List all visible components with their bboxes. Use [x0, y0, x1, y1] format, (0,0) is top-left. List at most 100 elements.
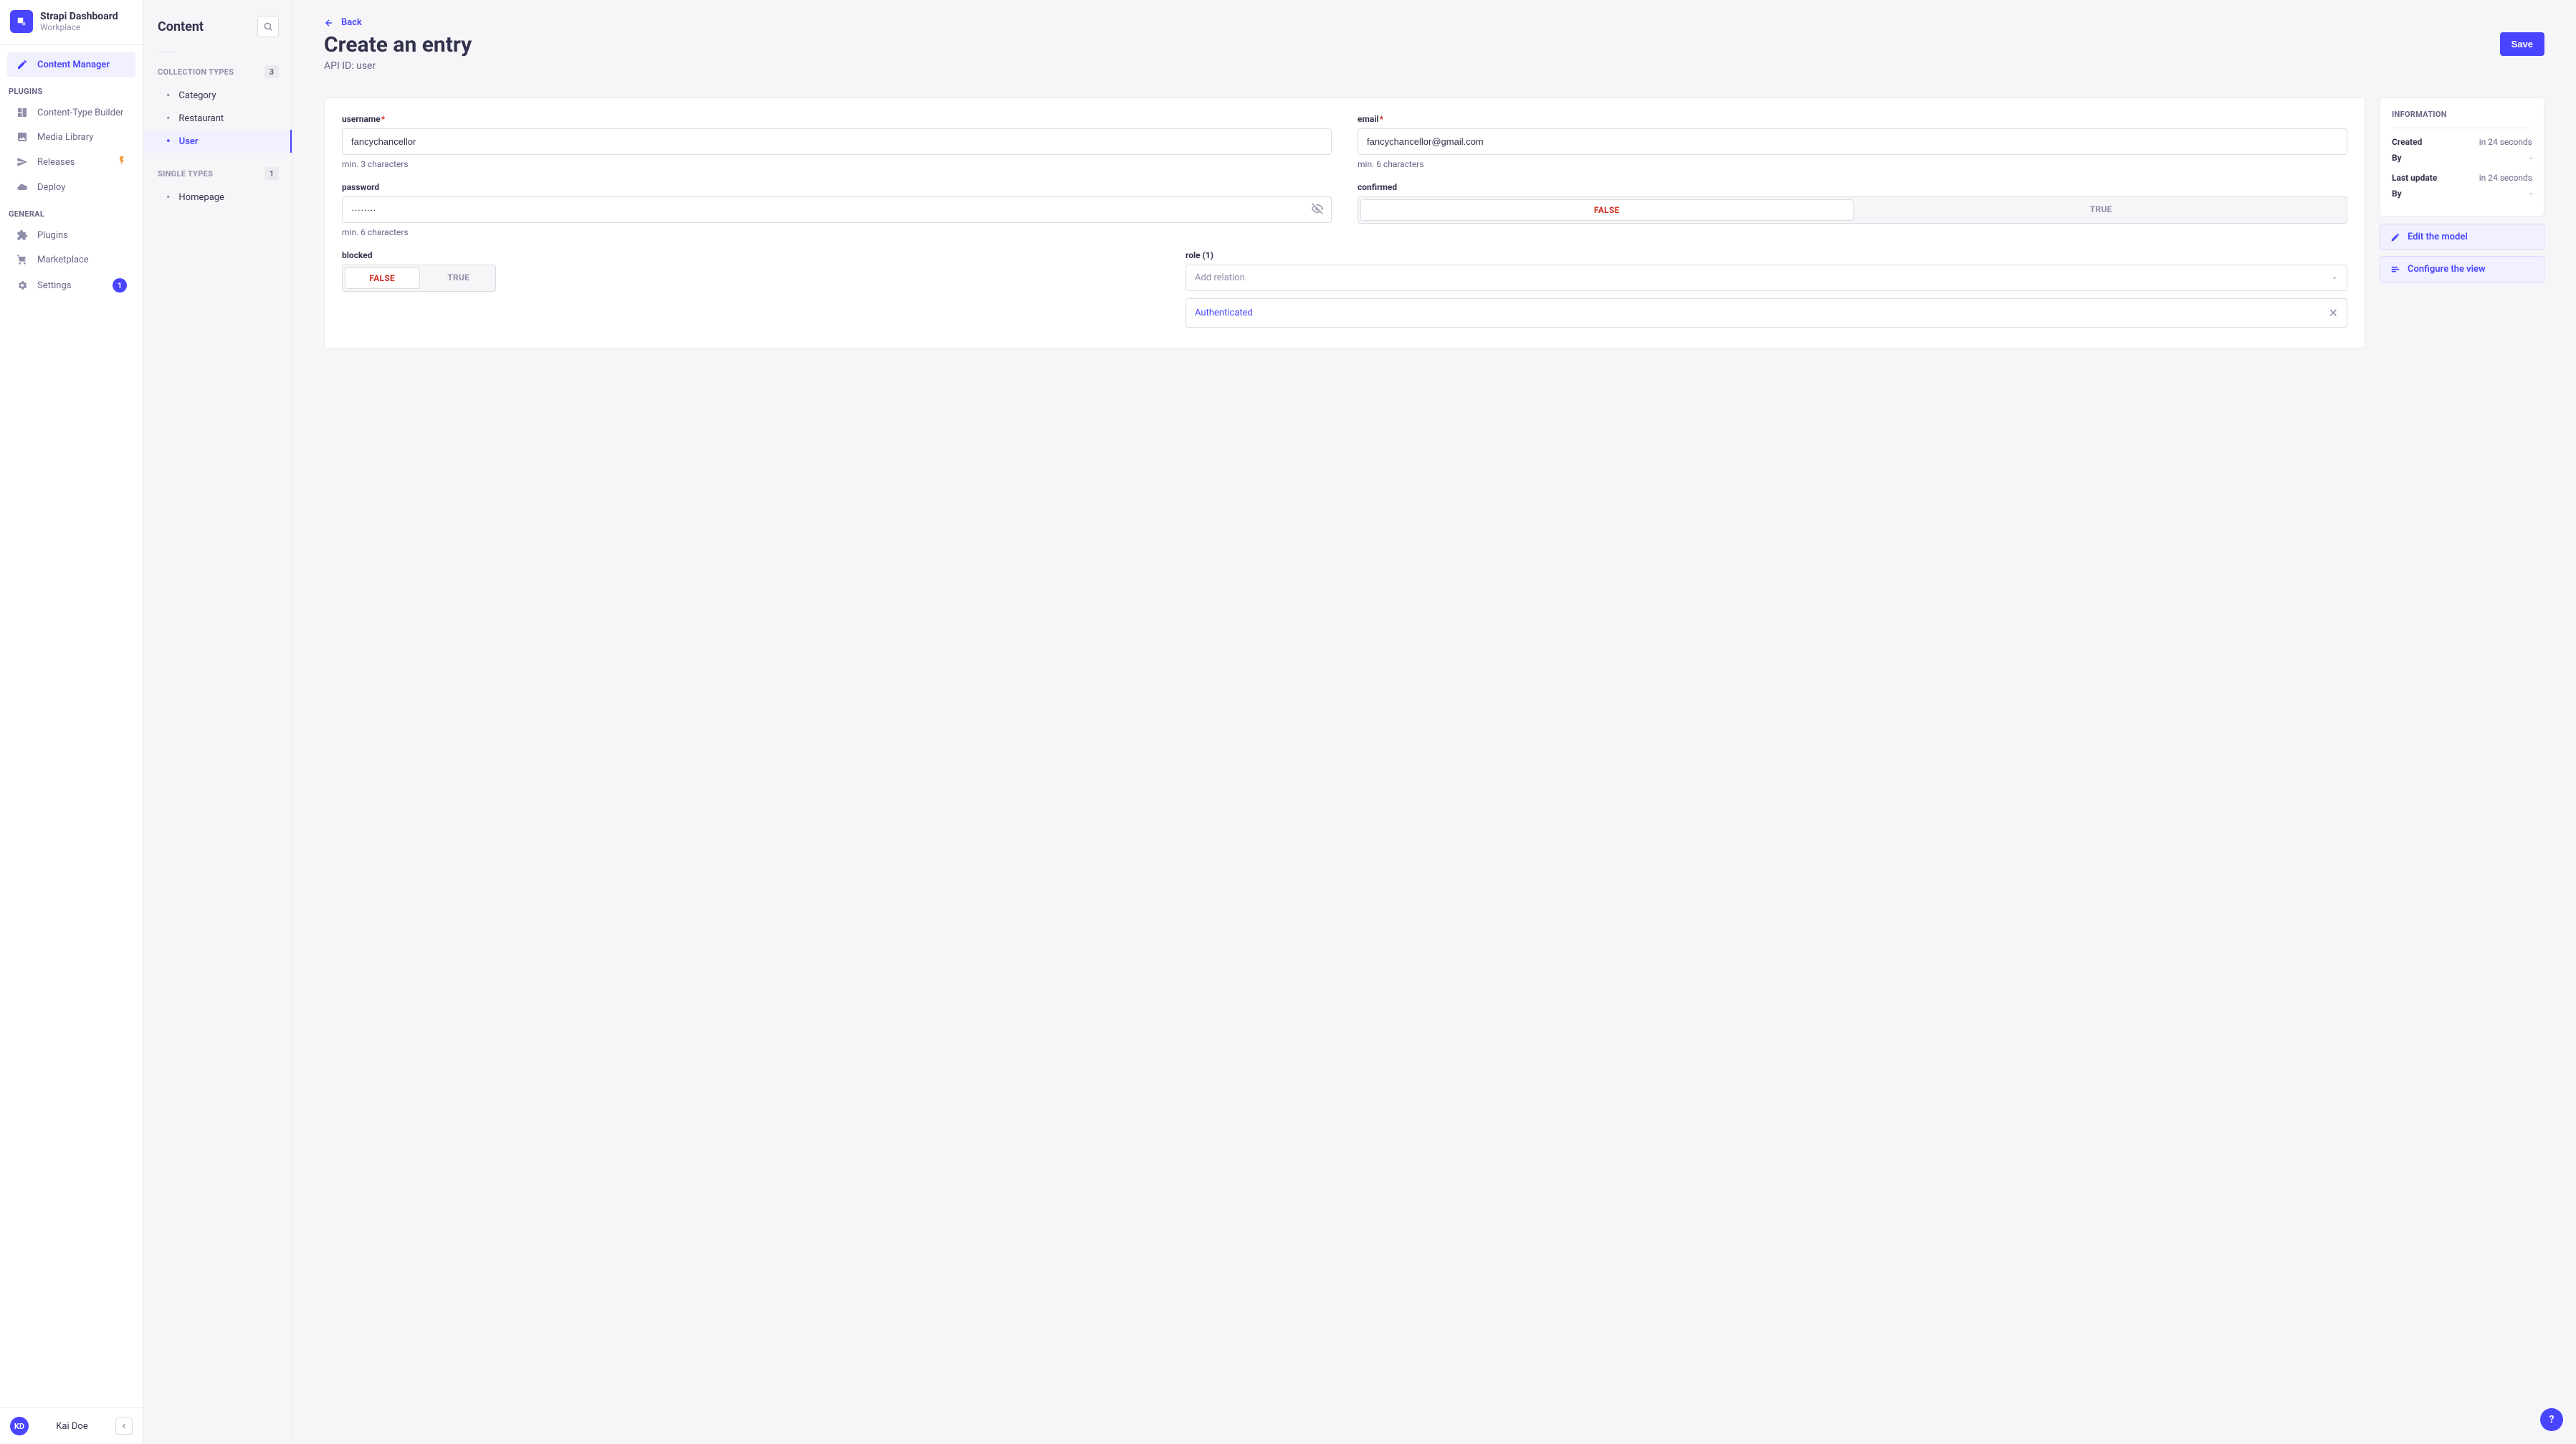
info-val: -: [2530, 153, 2532, 163]
info-heading: INFORMATION: [2392, 110, 2532, 128]
confirmed-label: confirmed: [1358, 182, 2347, 192]
caret-down-icon: [2331, 275, 2338, 282]
role-select[interactable]: Add relation: [1186, 265, 2347, 291]
username-label: username*: [342, 114, 1332, 124]
nav-label: Content Manager: [37, 60, 110, 70]
field-username: username* min. 3 characters: [342, 114, 1332, 169]
content-panel-title: Content: [158, 19, 204, 34]
save-button[interactable]: Save: [2500, 32, 2544, 56]
nav-content-manager[interactable]: Content Manager: [7, 52, 135, 77]
brand-subtitle: Workplace: [40, 22, 118, 32]
nav-content-type-builder[interactable]: Content-Type Builder: [7, 100, 135, 125]
back-label: Back: [341, 17, 362, 28]
collection-label: User: [179, 136, 199, 147]
field-email: email* min. 6 characters: [1358, 114, 2347, 169]
edit-model-button[interactable]: Edit the model: [2380, 224, 2544, 250]
info-key: By: [2392, 153, 2402, 163]
sidebar-content: Content COLLECTION TYPES 3 • Category • …: [143, 0, 292, 1444]
bullet-icon: •: [166, 191, 170, 203]
nav-deploy[interactable]: Deploy: [7, 175, 135, 199]
single-types-heading: SINGLE TYPES 1: [143, 160, 292, 186]
form-card: username* min. 3 characters email* min. …: [324, 98, 2365, 348]
collection-item-user[interactable]: • User: [143, 130, 292, 153]
configure-view-button[interactable]: Configure the view: [2380, 256, 2544, 282]
field-confirmed: confirmed FALSE TRUE: [1358, 182, 2347, 237]
puzzle-icon: [16, 229, 29, 241]
eye-off-icon[interactable]: [1312, 203, 1323, 217]
main-content: Back Create an entry API ID: user Save u…: [292, 0, 2576, 1444]
nav-label: Settings: [37, 280, 71, 291]
help-button[interactable]: ?: [2540, 1408, 2563, 1431]
info-val: in 24 seconds: [2479, 137, 2532, 147]
password-label: password: [342, 182, 1332, 192]
role-chip-link[interactable]: Authenticated: [1195, 308, 1253, 318]
avatar[interactable]: KD: [10, 1417, 29, 1435]
collection-item-category[interactable]: • Category: [143, 84, 292, 107]
password-input[interactable]: [342, 196, 1332, 223]
nav-plugins[interactable]: Plugins: [7, 223, 135, 247]
pencil-icon: [2390, 232, 2400, 242]
toggle-true[interactable]: TRUE: [422, 265, 496, 291]
nav-label: Media Library: [37, 132, 93, 143]
role-placeholder: Add relation: [1195, 272, 1245, 283]
email-hint: min. 6 characters: [1358, 159, 2347, 169]
lightning-icon: [117, 156, 127, 168]
blocked-label: blocked: [342, 250, 1332, 260]
bullet-icon: •: [166, 113, 170, 124]
cart-icon: [16, 254, 29, 265]
bullet-icon: •: [166, 90, 170, 101]
confirmed-toggle[interactable]: FALSE TRUE: [1358, 196, 2347, 224]
configure-view-label: Configure the view: [2408, 264, 2486, 275]
list-icon: [2390, 265, 2400, 275]
cloud-icon: [16, 181, 29, 193]
paper-plane-icon: [16, 156, 29, 168]
blocked-toggle[interactable]: FALSE TRUE: [342, 265, 496, 292]
collection-item-restaurant[interactable]: • Restaurant: [143, 107, 292, 130]
nav-settings[interactable]: Settings 1: [7, 272, 135, 299]
email-label: email*: [1358, 114, 2347, 124]
info-row-updated-by: By -: [2392, 189, 2532, 199]
required-mark: *: [381, 114, 385, 124]
gear-icon: [16, 280, 29, 291]
single-item-homepage[interactable]: • Homepage: [143, 186, 292, 209]
chevron-left-icon: [120, 1422, 128, 1430]
required-mark: *: [1380, 114, 1383, 124]
single-label: Homepage: [178, 192, 224, 203]
nav-marketplace[interactable]: Marketplace: [7, 247, 135, 272]
brand: Strapi Dashboard Workplace: [0, 0, 143, 45]
nav-heading-plugins: PLUGINS: [0, 77, 143, 100]
collection-types-heading: COLLECTION TYPES 3: [143, 58, 292, 84]
username-hint: min. 3 characters: [342, 159, 1332, 169]
search-button[interactable]: [257, 16, 279, 37]
user-name: Kai Doe: [36, 1421, 108, 1432]
info-val: in 24 seconds: [2479, 173, 2532, 183]
strapi-logo-icon: [15, 15, 28, 28]
nav-label: Deploy: [37, 182, 65, 193]
nav-label: Content-Type Builder: [37, 108, 123, 118]
back-link[interactable]: Back: [324, 17, 2544, 28]
brand-logo: [10, 10, 33, 33]
collection-heading-label: COLLECTION TYPES: [158, 67, 234, 77]
info-card: INFORMATION Created in 24 seconds By - L…: [2380, 98, 2544, 217]
collapse-sidebar-button[interactable]: [115, 1417, 133, 1435]
username-input[interactable]: [342, 128, 1332, 155]
collection-label: Restaurant: [178, 113, 224, 124]
toggle-false[interactable]: FALSE: [345, 267, 420, 289]
pencil-square-icon: [16, 59, 29, 70]
field-role: role (1) Add relation Authenticated ✕: [1186, 250, 2347, 328]
info-row-updated: Last update in 24 seconds: [2392, 173, 2532, 183]
sidebar-main: Strapi Dashboard Workplace Content Manag…: [0, 0, 143, 1444]
nav-releases[interactable]: Releases: [7, 149, 135, 175]
email-input[interactable]: [1358, 128, 2347, 155]
single-heading-label: SINGLE TYPES: [158, 169, 213, 179]
nav-label: Releases: [37, 157, 75, 168]
nav-label: Marketplace: [37, 255, 89, 265]
side-panel: INFORMATION Created in 24 seconds By - L…: [2380, 98, 2544, 288]
toggle-false[interactable]: FALSE: [1360, 199, 1854, 221]
search-icon: [263, 22, 273, 32]
layout-icon: [16, 107, 29, 118]
nav-media-library[interactable]: Media Library: [7, 125, 135, 149]
arrow-left-icon: [324, 18, 334, 28]
close-icon[interactable]: ✕: [2329, 306, 2338, 320]
toggle-true[interactable]: TRUE: [1856, 197, 2347, 223]
